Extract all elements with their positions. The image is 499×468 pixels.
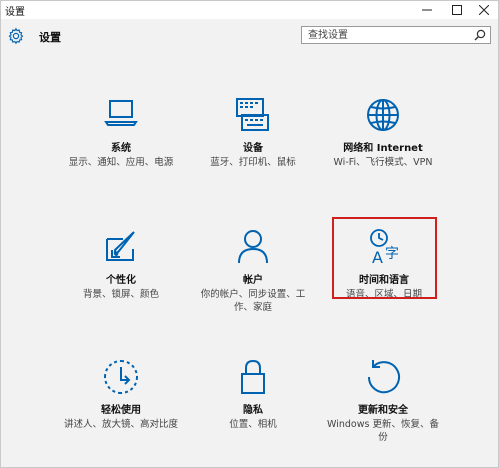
close-button[interactable] — [470, 1, 498, 19]
settings-window: 设置 设置 查找设置 系统 显示、通知、应用、电源 设备 蓝牙、打印机、鼠标 网… — [0, 0, 499, 468]
tile-description: 背景、锁屏、颜色 — [82, 289, 159, 300]
tile-update-security[interactable]: 更新和安全 Windows 更新、恢复、备份 — [323, 357, 443, 444]
tile-label: 设备 — [243, 143, 263, 154]
maximize-button[interactable] — [443, 1, 471, 19]
person-icon — [238, 230, 268, 264]
tile-system[interactable]: 系统 显示、通知、应用、电源 — [61, 95, 181, 169]
ease-of-access-icon — [104, 360, 138, 394]
tile-label: 系统 — [111, 143, 131, 154]
lock-icon — [241, 359, 265, 394]
laptop-icon — [104, 100, 138, 126]
title-bar: 设置 — [1, 1, 498, 19]
tile-description: 位置、相机 — [229, 419, 277, 430]
close-icon — [479, 5, 489, 15]
search-input[interactable] — [302, 27, 480, 43]
tile-description: 讲述人、放大镜、高对比度 — [63, 419, 178, 430]
tile-label: 隐私 — [243, 405, 263, 416]
tile-devices[interactable]: 设备 蓝牙、打印机、鼠标 — [193, 95, 313, 169]
highlight-box — [332, 217, 437, 299]
tile-label: 帐户 — [243, 275, 263, 286]
keyboard-icon — [236, 98, 269, 131]
minimize-icon — [422, 9, 432, 11]
search-icon[interactable] — [474, 29, 486, 41]
maximize-icon — [452, 5, 462, 15]
refresh-icon — [367, 360, 400, 394]
tile-network[interactable]: 网络和 Internet Wi-Fi、飞行模式、VPN — [323, 95, 443, 169]
tile-ease-of-access[interactable]: 轻松使用 讲述人、放大镜、高对比度 — [61, 357, 181, 431]
tile-label: 个性化 — [106, 275, 136, 286]
tile-label: 更新和安全 — [358, 405, 408, 416]
tile-label: 轻松使用 — [101, 405, 141, 416]
search-box[interactable] — [301, 26, 491, 44]
gear-icon — [8, 27, 24, 45]
page-title: 设置 — [39, 31, 61, 44]
minimize-button[interactable] — [413, 1, 441, 19]
tile-description: 你的帐户、同步设置、工作、家庭 — [200, 289, 306, 313]
brush-icon — [106, 231, 135, 261]
tile-description: 显示、通知、应用、电源 — [68, 157, 174, 168]
tile-accounts[interactable]: 帐户 你的帐户、同步设置、工作、家庭 — [193, 227, 313, 314]
window-title: 设置 — [5, 7, 25, 18]
tile-privacy[interactable]: 隐私 位置、相机 — [193, 357, 313, 431]
tile-personalization[interactable]: 个性化 背景、锁屏、颜色 — [61, 227, 181, 301]
tile-description: 蓝牙、打印机、鼠标 — [210, 157, 296, 168]
tile-description: Wi-Fi、飞行模式、VPN — [333, 157, 433, 168]
header: 设置 — [1, 19, 498, 55]
tile-description: Windows 更新、恢复、备份 — [327, 419, 439, 443]
globe-icon — [367, 99, 399, 131]
tile-label: 网络和 Internet — [343, 143, 423, 154]
